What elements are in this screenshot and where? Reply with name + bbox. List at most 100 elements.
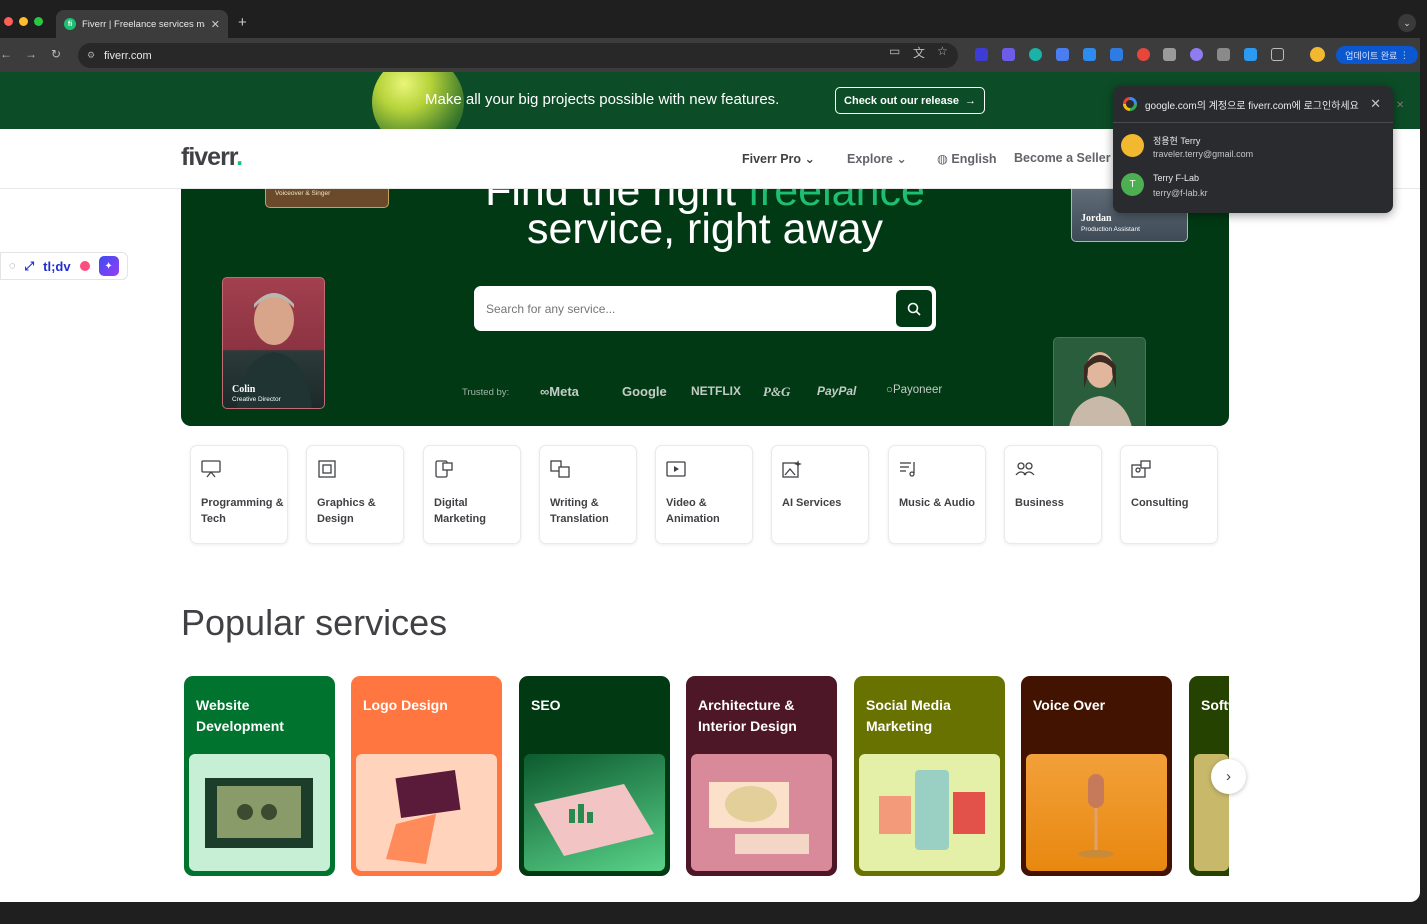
extension-icon[interactable] xyxy=(1217,48,1230,61)
reload-icon[interactable]: ↻ xyxy=(51,47,61,61)
check-release-button[interactable]: Check out our release → xyxy=(835,87,985,114)
extension-icon[interactable] xyxy=(1110,48,1123,61)
update-label: 업데이트 완료 xyxy=(1345,50,1398,61)
close-icon[interactable]: ✕ xyxy=(1370,96,1381,112)
search-button[interactable] xyxy=(896,290,932,327)
arrow-right-icon: → xyxy=(964,94,976,107)
close-window-icon[interactable] xyxy=(4,17,13,26)
service-card-website-development[interactable]: Website Development xyxy=(184,676,335,876)
extension-icon[interactable] xyxy=(1137,48,1150,61)
google-account-item[interactable]: 정용현 Terry traveler.terry@gmail.com xyxy=(1121,129,1385,165)
extension-icon[interactable] xyxy=(1056,48,1069,61)
profile-avatar[interactable] xyxy=(1310,47,1325,62)
browser-tab[interactable]: fi Fiverr | Freelance services ma ✕ xyxy=(56,10,228,38)
extension-icon[interactable] xyxy=(1190,48,1203,61)
portrait-name: Jordan xyxy=(1081,213,1112,224)
update-button[interactable]: 업데이트 완료 ⋮ xyxy=(1336,46,1418,64)
globe-icon: ◍ xyxy=(937,152,948,166)
service-card-seo[interactable]: SEO xyxy=(519,676,670,876)
brand-paypal: PayPal xyxy=(817,384,857,398)
category-writing-translation[interactable]: Writing & Translation xyxy=(539,445,637,544)
category-label: Business xyxy=(1015,497,1064,509)
social-phones-illustration xyxy=(879,770,985,850)
extension-icon[interactable] xyxy=(1163,48,1176,61)
category-programming-tech[interactable]: Programming & Tech xyxy=(190,445,288,544)
forward-icon[interactable]: → xyxy=(25,47,37,61)
back-icon[interactable]: ← xyxy=(0,47,12,61)
install-app-icon[interactable]: ▭ xyxy=(889,44,900,58)
bookmark-star-icon[interactable]: ☆ xyxy=(937,44,948,58)
service-search-bar xyxy=(474,286,936,331)
category-ai-services[interactable]: AI Services xyxy=(771,445,869,544)
monitor-icon xyxy=(201,460,221,478)
tldv-widget: ◌ ⤢ tl;dv ✦ xyxy=(0,252,128,280)
nav-fiverr-pro[interactable]: Fiverr Pro ⌄ xyxy=(742,151,815,166)
service-title: SEO xyxy=(531,697,561,713)
person-illustration xyxy=(1069,352,1132,426)
service-card-voice-over[interactable]: Voice Over xyxy=(1021,676,1172,876)
service-title: Architecture & Interior Design xyxy=(698,697,797,734)
people-icon xyxy=(1015,462,1035,476)
site-settings-icon[interactable]: ⚙ xyxy=(87,50,97,60)
google-account-item[interactable]: T Terry F-Lab terry@f-lab.kr xyxy=(1121,168,1385,204)
record-icon[interactable] xyxy=(79,261,90,271)
nav-become-seller[interactable]: Become a Seller xyxy=(1014,151,1111,165)
extensions-puzzle-icon[interactable] xyxy=(1271,48,1284,61)
ai-image-icon xyxy=(782,460,802,478)
payoneer-ring-icon: ○ xyxy=(886,384,893,396)
address-bar[interactable]: ⚙ fiverr.com xyxy=(78,43,958,68)
brand-meta-label: Meta xyxy=(549,384,579,399)
category-label: Consulting xyxy=(1131,497,1189,509)
extension-icon[interactable] xyxy=(1244,48,1257,61)
extension-icon[interactable] xyxy=(975,48,988,61)
account-avatar: T xyxy=(1121,173,1144,196)
tab-search-icon[interactable]: ⌄ xyxy=(1398,14,1416,32)
fiverr-logo[interactable]: fiverr. xyxy=(181,143,243,172)
logo-text: fiverr xyxy=(181,143,237,171)
search-icon xyxy=(907,302,921,316)
nav-fiverr-pro-label: Fiverr Pro xyxy=(742,152,802,166)
service-image xyxy=(859,754,1000,871)
category-label: Music & Audio xyxy=(899,497,975,509)
service-image xyxy=(524,754,665,871)
maximize-window-icon[interactable] xyxy=(34,17,43,26)
carousel-next-button[interactable]: › xyxy=(1211,759,1246,794)
google-popup-header: google.com의 계정으로 fiverr.com에 로그인하세요 ✕ xyxy=(1113,86,1393,123)
category-music-audio[interactable]: Music & Audio xyxy=(888,445,986,544)
tab-title: Fiverr | Freelance services ma xyxy=(82,18,205,30)
expand-icon[interactable]: ⤢ xyxy=(25,259,35,274)
category-business[interactable]: Business xyxy=(1004,445,1102,544)
category-label: Graphics & Design xyxy=(317,497,376,525)
chevron-down-icon: ⌄ xyxy=(896,152,907,166)
chevron-down-icon: ⌄ xyxy=(804,152,816,166)
category-label: Video & Animation xyxy=(666,497,720,525)
website-mockup-illustration xyxy=(205,778,313,848)
tldv-label[interactable]: tl;dv xyxy=(43,259,70,274)
extension-icon[interactable] xyxy=(1029,48,1042,61)
new-tab-icon[interactable]: + xyxy=(238,14,247,31)
minimize-window-icon[interactable] xyxy=(19,17,28,26)
category-consulting[interactable]: Consulting xyxy=(1120,445,1218,544)
category-digital-marketing[interactable]: Digital Marketing xyxy=(423,445,521,544)
category-label: AI Services xyxy=(782,497,842,509)
service-card-social-media[interactable]: Social Media Marketing xyxy=(854,676,1005,876)
service-title: Website Development xyxy=(196,697,284,734)
nav-language[interactable]: ◍ English xyxy=(937,151,997,166)
service-image xyxy=(691,754,832,871)
service-card-logo-design[interactable]: Logo Design xyxy=(351,676,502,876)
category-video-animation[interactable]: Video & Animation xyxy=(655,445,753,544)
extension-icon[interactable] xyxy=(1083,48,1096,61)
close-tab-icon[interactable]: ✕ xyxy=(211,18,220,31)
extension-icon[interactable] xyxy=(1002,48,1015,61)
account-email: terry@f-lab.kr xyxy=(1153,188,1208,198)
dismiss-icon[interactable]: ✕ xyxy=(1396,100,1412,116)
translate-page-icon[interactable]: 文 xyxy=(913,44,925,61)
service-card-architecture[interactable]: Architecture & Interior Design xyxy=(686,676,837,876)
google-signin-popup: google.com의 계정으로 fiverr.com에 로그인하세요 ✕ 정용… xyxy=(1113,86,1393,213)
portrait-card-voiceover: Voiceover & Singer xyxy=(265,189,389,208)
hide-eye-icon[interactable]: ◌ xyxy=(9,260,16,272)
nav-explore[interactable]: Explore ⌄ xyxy=(847,151,907,166)
category-graphics-design[interactable]: Graphics & Design xyxy=(306,445,404,544)
service-search-input[interactable] xyxy=(486,298,886,320)
tldv-app-icon[interactable]: ✦ xyxy=(98,256,119,276)
